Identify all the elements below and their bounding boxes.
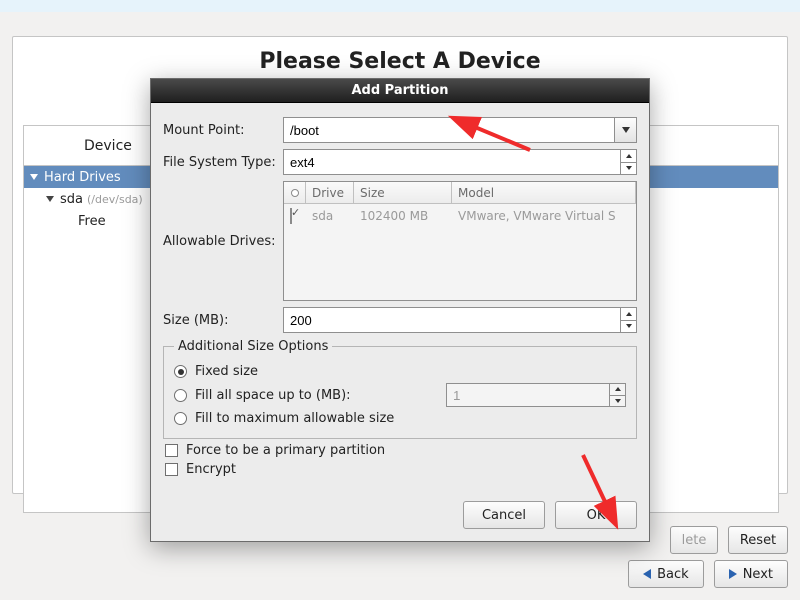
checkbox-checked-icon[interactable] [290, 208, 292, 224]
triangle-up-icon [615, 387, 621, 391]
fill-up-input [446, 383, 626, 407]
encrypt-label: Encrypt [186, 462, 236, 477]
radio-fill-max-label: Fill to maximum allowable size [195, 411, 394, 426]
additional-size-legend: Additional Size Options [174, 339, 332, 354]
fs-type-spin[interactable] [620, 150, 636, 174]
fs-type-label: File System Type: [163, 155, 283, 170]
tree-hard-drives-label: Hard Drives [44, 170, 121, 185]
fs-type-combo[interactable] [283, 149, 637, 175]
chevron-down-icon [30, 174, 38, 180]
size-input[interactable] [283, 307, 637, 333]
dialog-footer: Cancel OK [151, 491, 649, 541]
mount-point-input[interactable] [283, 117, 637, 143]
back-button[interactable]: Back [628, 560, 704, 588]
checkbox-icon [165, 463, 178, 476]
drives-row-model: VMware, VMware Virtual S [452, 209, 636, 223]
checkbox-encrypt[interactable]: Encrypt [165, 462, 637, 477]
mount-point-combo[interactable] [283, 117, 637, 143]
radio-icon [174, 412, 187, 425]
radio-fill-up-to[interactable]: Fill all space up to (MB): [174, 383, 626, 407]
radio-fill-up-label: Fill all space up to (MB): [195, 388, 351, 403]
allowable-drives-label: Allowable Drives: [163, 234, 283, 249]
drives-col-model: Model [452, 182, 636, 203]
circle-icon [291, 189, 299, 197]
drives-col-drive: Drive [306, 182, 354, 203]
drives-header-row: Drive Size Model [284, 182, 636, 204]
mount-point-label: Mount Point: [163, 123, 283, 138]
force-primary-label: Force to be a primary partition [186, 443, 385, 458]
delete-button-partial: lete [670, 526, 718, 554]
triangle-up-icon [626, 154, 632, 158]
wizard-nav: Back Next [628, 560, 788, 588]
radio-fixed-size[interactable]: Fixed size [174, 364, 626, 379]
checkbox-force-primary[interactable]: Force to be a primary partition [165, 443, 637, 458]
reset-button[interactable]: Reset [728, 526, 788, 554]
drives-col-size: Size [354, 182, 452, 203]
mount-point-dropdown-button[interactable] [614, 118, 636, 142]
ok-button[interactable]: OK [555, 501, 637, 529]
drives-row-sda[interactable]: sda 102400 MB VMware, VMware Virtual S [284, 204, 636, 228]
radio-icon [174, 389, 187, 402]
chevron-down-icon [622, 127, 630, 133]
add-partition-dialog: Add Partition Mount Point: File System T… [150, 78, 650, 542]
next-button[interactable]: Next [714, 560, 788, 588]
tree-sda-label: sda [60, 192, 83, 207]
additional-size-options: Additional Size Options Fixed size Fill … [163, 339, 637, 439]
triangle-down-icon [626, 324, 632, 328]
page-title: Please Select A Device [13, 49, 787, 74]
chevron-down-icon [46, 196, 54, 202]
arrow-right-icon [729, 569, 737, 579]
dialog-title: Add Partition [151, 79, 649, 103]
drives-row-drive: sda [306, 209, 354, 223]
allowable-drives-list[interactable]: Drive Size Model sda 102400 MB VMware, V… [283, 181, 637, 301]
tree-sda-path: (/dev/sda) [87, 193, 143, 206]
arrow-left-icon [643, 569, 651, 579]
window-topstrip [0, 0, 800, 12]
fill-up-spin [446, 383, 626, 407]
size-spin[interactable] [283, 307, 637, 333]
tree-free-label: Free [78, 214, 106, 229]
size-label: Size (MB): [163, 313, 283, 328]
radio-selected-icon [174, 365, 187, 378]
partition-action-buttons: lete Reset [670, 526, 788, 554]
triangle-up-icon [626, 312, 632, 316]
triangle-down-icon [626, 166, 632, 170]
radio-fixed-label: Fixed size [195, 364, 258, 379]
triangle-down-icon [615, 399, 621, 403]
size-spin-buttons[interactable] [620, 308, 636, 332]
checkbox-icon [165, 444, 178, 457]
drives-row-size: 102400 MB [354, 209, 452, 223]
fill-up-spin-buttons [609, 384, 625, 406]
cancel-button[interactable]: Cancel [463, 501, 545, 529]
fs-type-input[interactable] [283, 149, 637, 175]
radio-fill-max[interactable]: Fill to maximum allowable size [174, 411, 626, 426]
